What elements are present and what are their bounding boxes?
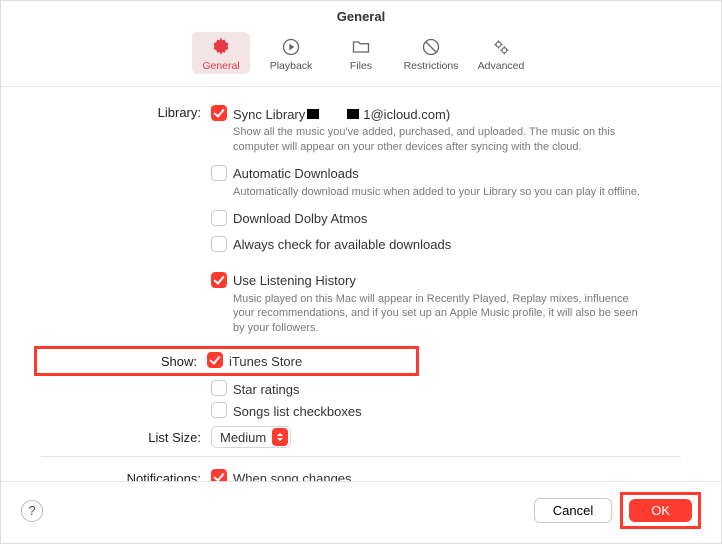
preferences-window: General General Playback Files Restricti… — [0, 0, 722, 544]
auto-downloads-label: Automatic Downloads — [233, 166, 359, 181]
songs-checkboxes-label: Songs list checkboxes — [233, 404, 362, 419]
tab-label: Restrictions — [404, 60, 459, 72]
folder-icon — [350, 36, 372, 58]
list-size-select[interactable]: Medium — [211, 426, 291, 448]
option-dolby-atmos[interactable]: Download Dolby Atmos — [211, 208, 681, 230]
tab-files[interactable]: Files — [332, 32, 390, 74]
footer: ? Cancel OK — [1, 481, 721, 543]
section-label-notifications: Notifications: — [41, 471, 211, 481]
gear-icon — [210, 36, 232, 58]
tab-restrictions[interactable]: Restrictions — [402, 32, 460, 74]
checkbox-unchecked-icon[interactable] — [211, 402, 227, 418]
tab-label: Files — [350, 60, 372, 72]
checkbox-checked-icon[interactable] — [211, 105, 227, 121]
option-check-downloads[interactable]: Always check for available downloads — [211, 234, 681, 256]
section-label-library: Library: — [41, 103, 211, 120]
annotation-highlight-ok: OK — [620, 492, 701, 529]
help-button[interactable]: ? — [21, 500, 43, 522]
itunes-store-label: iTunes Store — [229, 354, 302, 369]
sync-account-suffix: 1@icloud.com) — [363, 107, 450, 122]
tab-general[interactable]: General — [192, 32, 250, 74]
option-song-changes[interactable]: When song changes — [211, 467, 681, 481]
option-songs-checkboxes[interactable]: Songs list checkboxes — [211, 400, 681, 422]
tab-playback[interactable]: Playback — [262, 32, 320, 74]
sync-label-prefix: Sync Library — [233, 107, 305, 122]
check-downloads-label: Always check for available downloads — [233, 237, 451, 252]
tab-label: General — [202, 60, 239, 72]
checkbox-checked-icon[interactable] — [211, 272, 227, 288]
chevron-up-down-icon — [272, 428, 288, 446]
preferences-content: Library: Sync Library 1@icloud.com) Show… — [1, 87, 721, 481]
option-sync-library[interactable]: Sync Library 1@icloud.com) — [211, 103, 681, 125]
auto-downloads-description: Automatically download music when added … — [211, 185, 641, 208]
star-ratings-label: Star ratings — [233, 382, 299, 397]
dolby-label: Download Dolby Atmos — [233, 211, 367, 226]
listening-history-description: Music played on this Mac will appear in … — [211, 292, 651, 345]
song-changes-label: When song changes — [233, 471, 352, 481]
tab-label: Advanced — [478, 60, 525, 72]
checkbox-unchecked-icon[interactable] — [211, 210, 227, 226]
option-itunes-store[interactable]: iTunes Store — [207, 351, 302, 371]
window-title: General — [1, 1, 721, 28]
checkbox-checked-icon[interactable] — [211, 469, 227, 481]
divider — [41, 456, 681, 457]
play-icon — [280, 36, 302, 58]
option-star-ratings[interactable]: Star ratings — [211, 378, 681, 400]
checkbox-unchecked-icon[interactable] — [211, 165, 227, 181]
preferences-toolbar: General Playback Files Restrictions Adva… — [1, 28, 721, 87]
sync-description: Show all the music you've added, purchas… — [211, 125, 641, 163]
checkbox-unchecked-icon[interactable] — [211, 236, 227, 252]
help-label: ? — [28, 503, 35, 518]
annotation-highlight-show: Show: iTunes Store — [34, 346, 419, 376]
option-auto-downloads[interactable]: Automatic Downloads — [211, 163, 681, 185]
tab-label: Playback — [270, 60, 313, 72]
section-label-show: Show: — [41, 354, 207, 369]
redacted-text — [307, 109, 319, 119]
section-label-list-size: List Size: — [41, 430, 211, 445]
cancel-button[interactable]: Cancel — [534, 498, 612, 523]
listening-history-label: Use Listening History — [233, 273, 356, 288]
tab-advanced[interactable]: Advanced — [472, 32, 530, 74]
option-listening-history[interactable]: Use Listening History — [211, 270, 681, 292]
list-size-value: Medium — [220, 430, 272, 445]
redacted-text — [347, 109, 359, 119]
checkbox-checked-icon[interactable] — [207, 352, 223, 368]
checkbox-unchecked-icon[interactable] — [211, 380, 227, 396]
ok-button[interactable]: OK — [629, 499, 692, 522]
double-gear-icon — [490, 36, 512, 58]
no-entry-icon — [420, 36, 442, 58]
